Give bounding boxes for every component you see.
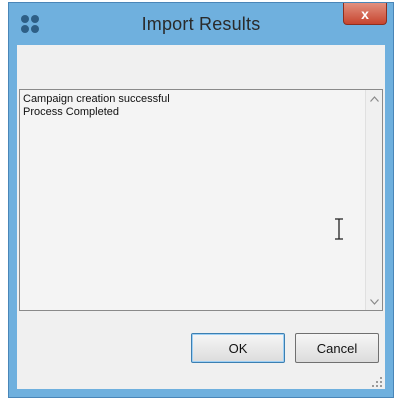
import-results-dialog: Import Results x Campaign creation succe… [8,2,394,398]
ok-button[interactable]: OK [191,333,285,363]
result-line: Process Completed [23,106,119,118]
window-title: Import Results [141,14,261,34]
title-bar[interactable]: Import Results x [9,3,393,45]
dialog-body: Campaign creation successful Process Com… [17,45,385,389]
cancel-button-label: Cancel [316,340,358,356]
scroll-down-icon[interactable] [366,293,382,310]
close-icon: x [361,5,369,22]
text-cursor-icon [334,218,344,240]
results-textbox[interactable]: Campaign creation successful Process Com… [19,89,383,311]
cancel-button[interactable]: Cancel [295,333,379,363]
result-line: Campaign creation successful [23,93,170,105]
resize-grip-icon[interactable] [371,375,383,387]
ok-button-label: OK [228,340,248,356]
scroll-up-icon[interactable] [366,90,382,107]
close-button[interactable]: x [343,3,387,25]
results-text: Campaign creation successful Process Com… [23,93,362,119]
vertical-scrollbar[interactable] [365,90,382,310]
